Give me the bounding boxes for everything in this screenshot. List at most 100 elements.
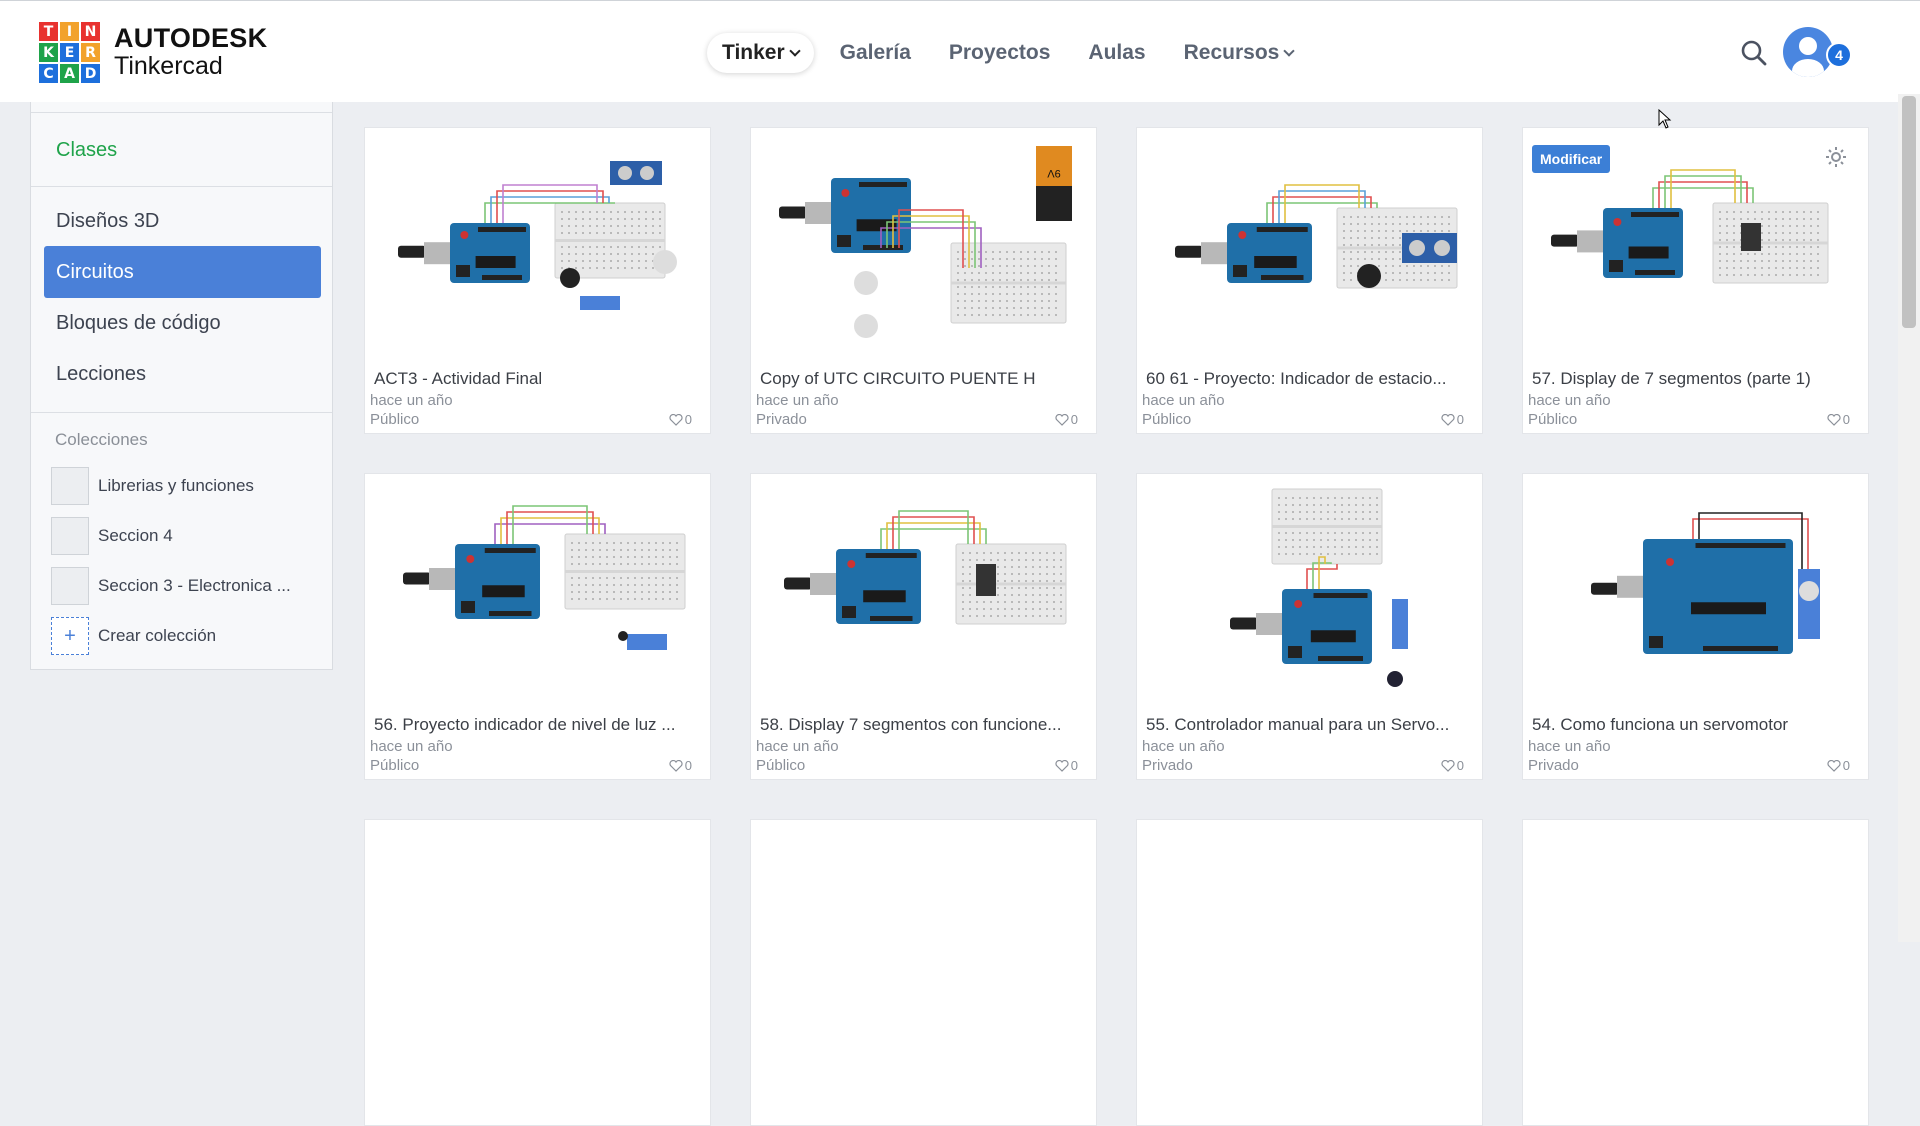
design-card[interactable]: 55. Controlador manual para un Servo... h… [1136, 473, 1483, 780]
circuit-thumbnail[interactable] [365, 474, 710, 704]
nav-tinker[interactable]: Tinker [707, 33, 814, 73]
scrollbar-thumb[interactable] [1902, 96, 1916, 328]
logo-letter: C [39, 64, 58, 83]
divider [31, 112, 332, 113]
sidebar-item-bloques[interactable]: Bloques de código [44, 297, 321, 349]
heart-icon [669, 413, 683, 426]
collection-item[interactable]: Seccion 3 - Electronica ... [51, 567, 291, 605]
likes-count[interactable]: 0 [1441, 758, 1464, 773]
chevron-down-icon [788, 45, 801, 57]
logo-letter: K [39, 43, 58, 62]
card-visibility: Privado [1528, 757, 1579, 774]
likes-count[interactable]: 0 [1827, 758, 1850, 773]
card-visibility: Público [370, 757, 420, 774]
sidebar-item-circuitos[interactable]: Circuitos [44, 246, 321, 298]
heart-icon [1441, 413, 1455, 426]
collection-thumbnail [51, 517, 89, 555]
card-title[interactable]: 56. Proyecto indicador de nivel de luz .… [374, 715, 704, 735]
plus-icon: + [51, 617, 89, 655]
heart-icon [1441, 759, 1455, 772]
design-card[interactable] [364, 819, 711, 1126]
create-collection-button[interactable]: + Crear colección [51, 617, 216, 655]
heart-icon [1055, 413, 1069, 426]
collection-item[interactable]: Seccion 4 [51, 517, 173, 555]
circuit-thumbnail[interactable]: 9V [751, 128, 1096, 358]
card-title[interactable]: 55. Controlador manual para un Servo... [1146, 715, 1476, 735]
card-title[interactable]: 60 61 - Proyecto: Indicador de estacio..… [1146, 369, 1476, 389]
likes-count[interactable]: 0 [1827, 412, 1850, 427]
card-title[interactable]: Copy of UTC CIRCUITO PUENTE H [760, 369, 1090, 389]
design-card[interactable] [750, 819, 1097, 1126]
likes-count[interactable]: 0 [1055, 412, 1078, 427]
card-visibility: Privado [756, 411, 807, 428]
collection-item[interactable]: Librerias y funciones [51, 467, 254, 505]
card-time: hace un año [1528, 392, 1611, 409]
card-time: hace un año [370, 738, 453, 755]
nav-proyectos[interactable]: Proyectos [949, 41, 1051, 65]
circuit-thumbnail[interactable] [1137, 474, 1482, 704]
heart-icon [1827, 413, 1841, 426]
logo-letter: I [60, 22, 79, 41]
collections-title: Colecciones [55, 430, 148, 449]
sidebar-item-disenos-3d[interactable]: Diseños 3D [44, 195, 321, 247]
card-visibility: Privado [1142, 757, 1193, 774]
design-card[interactable]: 57. Display de 7 segmentos (parte 1) hace… [1522, 127, 1869, 434]
design-card[interactable]: ACT3 - Actividad Final hace un año Público… [364, 127, 711, 434]
top-header: TIN KER CAD AUTODESK Tinkercad Tinker Gale… [0, 0, 1920, 102]
design-card[interactable]: 58. Display 7 segmentos con funcione... h… [750, 473, 1097, 780]
brand-tinkercad: Tinkercad [114, 52, 223, 80]
design-card[interactable]: 60 61 - Proyecto: Indicador de estacio..… [1136, 127, 1483, 434]
collection-label: Librerias y funciones [98, 476, 254, 495]
circuit-thumbnail[interactable] [751, 474, 1096, 704]
card-time: hace un año [1142, 738, 1225, 755]
nav-aulas[interactable]: Aulas [1088, 41, 1145, 65]
sidebar-item-clases[interactable]: Clases [56, 139, 117, 162]
design-card[interactable] [1522, 819, 1869, 1126]
likes-count[interactable]: 0 [1055, 758, 1078, 773]
logo-letter: N [81, 22, 100, 41]
main-nav: Tinker Galería Proyectos Aulas Recursos [707, 33, 1331, 73]
card-title[interactable]: 57. Display de 7 segmentos (parte 1) [1532, 369, 1862, 389]
heart-icon [669, 759, 683, 772]
card-title[interactable]: 58. Display 7 segmentos con funcione... [760, 715, 1090, 735]
collection-label: Seccion 3 - Electronica ... [98, 576, 291, 595]
modify-button[interactable]: Modificar [1532, 145, 1611, 173]
gear-icon[interactable] [1824, 145, 1848, 169]
card-time: hace un año [370, 392, 453, 409]
card-visibility: Público [756, 757, 806, 774]
mouse-cursor-icon [1658, 109, 1672, 129]
likes-count[interactable]: 0 [669, 412, 692, 427]
design-card[interactable]: 9V Copy of UTC CIRCUITO PUENTE H hace un a… [750, 127, 1097, 434]
logo-letter: A [60, 64, 79, 83]
notification-badge[interactable]: 4 [1826, 42, 1852, 68]
nav-galeria[interactable]: Galería [840, 41, 911, 65]
tinkercad-logo[interactable]: TIN KER CAD [39, 22, 100, 83]
sidebar: Clases Diseños 3D Circuitos Bloques de c… [30, 102, 333, 670]
design-card[interactable]: 56. Proyecto indicador de nivel de luz .… [364, 473, 711, 780]
design-card[interactable]: 54. Como funciona un servomotor hace un a… [1522, 473, 1869, 780]
likes-count[interactable]: 0 [1441, 412, 1464, 427]
heart-icon [1055, 759, 1069, 772]
search-icon[interactable] [1740, 39, 1768, 67]
logo-letter: D [81, 64, 100, 83]
card-time: hace un año [756, 738, 839, 755]
circuit-thumbnail[interactable] [365, 128, 710, 358]
likes-count[interactable]: 0 [669, 758, 692, 773]
collection-thumbnail [51, 467, 89, 505]
design-card[interactable] [1136, 819, 1483, 1126]
card-title[interactable]: 54. Como funciona un servomotor [1532, 715, 1862, 735]
logo-letter: R [81, 43, 100, 62]
card-visibility: Público [1142, 411, 1192, 428]
divider [31, 412, 332, 413]
battery-label: 9V [1047, 167, 1061, 179]
chevron-down-icon [1283, 45, 1295, 57]
card-visibility: Público [370, 411, 420, 428]
create-collection-label: Crear colección [98, 626, 217, 645]
sidebar-item-lecciones[interactable]: Lecciones [44, 348, 321, 400]
card-visibility: Público [1528, 411, 1578, 428]
divider [31, 186, 332, 187]
nav-recursos[interactable]: Recursos [1184, 41, 1295, 65]
circuit-thumbnail[interactable] [1523, 474, 1868, 704]
card-title[interactable]: ACT3 - Actividad Final [374, 369, 704, 389]
circuit-thumbnail[interactable] [1137, 128, 1482, 358]
